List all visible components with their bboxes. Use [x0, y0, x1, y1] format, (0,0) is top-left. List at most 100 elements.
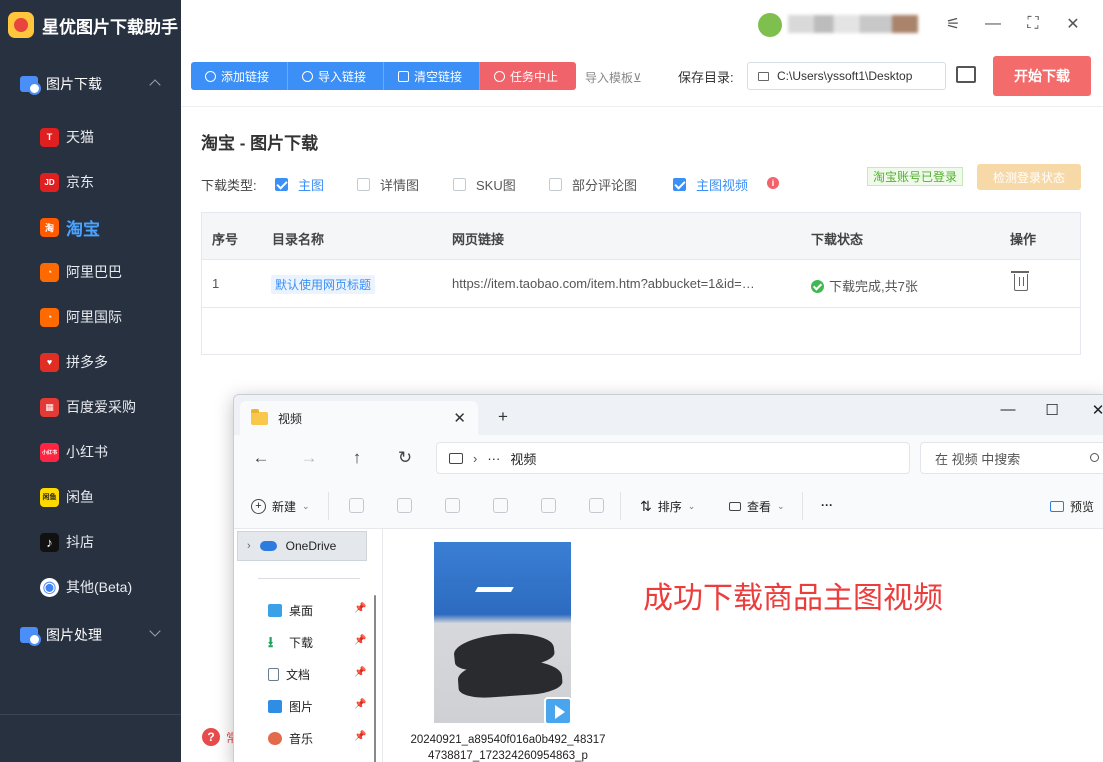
image-processing-icon	[20, 627, 41, 646]
explorer-search-input[interactable]: 在 视频 中搜索	[920, 442, 1103, 474]
checkbox-checked[interactable]	[275, 178, 288, 191]
copy-icon[interactable]	[397, 498, 412, 513]
new-button[interactable]: + 新建 ⌄	[251, 498, 310, 515]
nav-documents[interactable]: 文档	[268, 664, 310, 684]
start-download-button[interactable]: 开始下载	[993, 56, 1091, 96]
more-options-button[interactable]: ···	[821, 498, 833, 512]
checkbox-checked[interactable]	[673, 178, 686, 191]
checkbox[interactable]	[549, 178, 562, 191]
delete-icon[interactable]	[589, 498, 604, 513]
sidebar-item-pinduoduo[interactable]: ♥ 拼多多	[40, 347, 180, 377]
checkbox[interactable]	[453, 178, 466, 191]
nav-music[interactable]: 音乐	[268, 728, 313, 748]
tmall-icon: T	[40, 127, 59, 147]
close-icon[interactable]: ✕	[1061, 12, 1085, 36]
maximize-icon[interactable]: ⛶	[1021, 12, 1045, 36]
sidebar-item-alibaba-intl[interactable]: ◔ 阿里国际	[40, 302, 180, 332]
video-thumbnail[interactable]	[434, 542, 571, 723]
pin-icon[interactable]: 📌	[354, 731, 366, 742]
dir-name-tag[interactable]: 默认使用网页标题	[271, 275, 376, 294]
chevron-right-icon: ›	[473, 450, 478, 466]
sort-button[interactable]: ⇅ 排序 ⌄	[640, 498, 695, 515]
info-icon[interactable]: i	[767, 177, 779, 189]
avatar[interactable]	[758, 13, 782, 37]
check-login-button[interactable]: 检测登录状态	[977, 164, 1081, 190]
cut-icon[interactable]	[349, 498, 364, 513]
checkbox[interactable]	[357, 178, 370, 191]
delete-row-icon[interactable]	[1011, 271, 1029, 291]
sidebar-group-image-processing[interactable]: 图片处理	[0, 617, 181, 653]
sidebar-item-xianyu[interactable]: 闲鱼 闲鱼	[40, 482, 180, 512]
paste-icon[interactable]	[445, 498, 460, 513]
table-header: 序号 目录名称 网页链接 下载状态 操作	[202, 213, 1080, 260]
help-icon[interactable]: ?	[202, 728, 220, 746]
settings-sliders-icon[interactable]: ⚟	[941, 12, 965, 36]
rename-icon[interactable]	[493, 498, 508, 513]
explorer-tab-title: 视频	[278, 411, 303, 426]
sidebar-item-xiaohongshu[interactable]: 小红书 小红书	[40, 437, 180, 467]
option-label: 详情图	[380, 178, 420, 193]
nav-desktop[interactable]: 桌面	[268, 600, 313, 620]
minimize-icon[interactable]: —	[981, 12, 1005, 36]
explorer-close-icon[interactable]: ✕	[1086, 401, 1103, 419]
save-dir-field[interactable]: C:\Users\yssoft1\Desktop	[747, 62, 946, 90]
sidebar-group-label: 图片处理	[46, 627, 102, 643]
nav-pictures[interactable]: 图片	[268, 696, 313, 716]
pin-icon[interactable]: 📌	[354, 635, 366, 646]
option-main-video[interactable]: 主图视频	[673, 175, 748, 194]
sidebar-item-tmall[interactable]: T 天猫	[40, 122, 180, 152]
tab-close-icon[interactable]: ✕	[453, 409, 466, 427]
pane-divider[interactable]	[382, 529, 383, 762]
table-row: 1 默认使用网页标题 https://item.taobao.com/item.…	[202, 260, 1080, 308]
sidebar-item-taobao[interactable]: 淘 淘宝	[40, 212, 180, 242]
app-logo-icon	[8, 12, 34, 38]
address-bar[interactable]: › ··· 视频	[436, 442, 910, 474]
address-more[interactable]: ···	[487, 451, 500, 466]
sidebar: 星优图片下载助手 图片下载 T 天猫 JD 京东 淘 淘宝 ◔ 阿里巴巴 ◔ 阿…	[0, 0, 181, 762]
option-review-image[interactable]: 部分评论图	[549, 175, 637, 194]
status-text: 下载完成,共7张	[829, 279, 918, 294]
sidebar-item-jd[interactable]: JD 京东	[40, 167, 180, 197]
baidu-aicaigou-icon: ▦	[40, 397, 59, 417]
preview-button[interactable]: 预览	[1050, 498, 1094, 515]
up-arrow-icon[interactable]: ↑	[347, 448, 367, 468]
explorer-minimize-icon[interactable]: —	[996, 401, 1020, 418]
pin-icon[interactable]: 📌	[354, 603, 366, 614]
login-status-badge: 淘宝账号已登录	[867, 167, 964, 186]
search-icon	[1090, 453, 1099, 462]
sidebar-item-baidu-aicaigou[interactable]: ▦ 百度爱采购	[40, 392, 180, 422]
stop-task-button[interactable]: 任务中止	[480, 62, 576, 90]
refresh-icon[interactable]: ↻	[395, 448, 415, 468]
explorer-maximize-icon[interactable]: ☐	[1040, 401, 1064, 419]
nav-onedrive[interactable]: › OneDrive	[237, 531, 367, 561]
import-template-link[interactable]: 导入模板⊻	[585, 69, 642, 86]
new-tab-button[interactable]: +	[498, 407, 508, 427]
sidebar-item-alibaba[interactable]: ◔ 阿里巴巴	[40, 257, 180, 287]
download-arrow-icon: ⭳	[268, 633, 274, 651]
open-folder-icon[interactable]	[956, 66, 976, 83]
add-link-button[interactable]: 添加链接	[191, 62, 288, 90]
option-detail-image[interactable]: 详情图	[357, 175, 419, 194]
pin-icon[interactable]: 📌	[354, 667, 366, 678]
forward-arrow-icon[interactable]: →	[299, 448, 319, 468]
dropdown-chevron-icon: ⌄	[302, 501, 310, 511]
option-label: 部分评论图	[572, 178, 638, 193]
pin-icon[interactable]: 📌	[354, 699, 366, 710]
app-title: 星优图片下载助手	[8, 10, 178, 40]
share-icon[interactable]	[541, 498, 556, 513]
preview-label: 预览	[1070, 500, 1095, 514]
option-main-image[interactable]: 主图	[275, 175, 324, 194]
sidebar-item-douyin-store[interactable]: ♪ 抖店	[40, 527, 180, 557]
import-link-button[interactable]: 导入链接	[288, 62, 384, 90]
option-sku-image[interactable]: SKU图	[453, 175, 516, 194]
clear-link-button[interactable]: 清空链接	[384, 62, 480, 90]
stop-circle-icon	[494, 70, 505, 82]
nav-scrollbar[interactable]	[374, 595, 376, 762]
view-button[interactable]: 查看 ⌄	[729, 498, 785, 515]
sidebar-group-image-download[interactable]: 图片下载	[0, 66, 181, 102]
explorer-tab[interactable]: 视频 ✕	[240, 401, 478, 435]
sidebar-item-other-beta[interactable]: ◉ 其他(Beta)	[40, 572, 180, 602]
nav-downloads[interactable]: ⭳ 下载	[268, 632, 313, 652]
back-arrow-icon[interactable]: ←	[251, 448, 271, 468]
file-name[interactable]: 20240921_a89540f016a0b492_483174738817_1…	[410, 732, 606, 762]
